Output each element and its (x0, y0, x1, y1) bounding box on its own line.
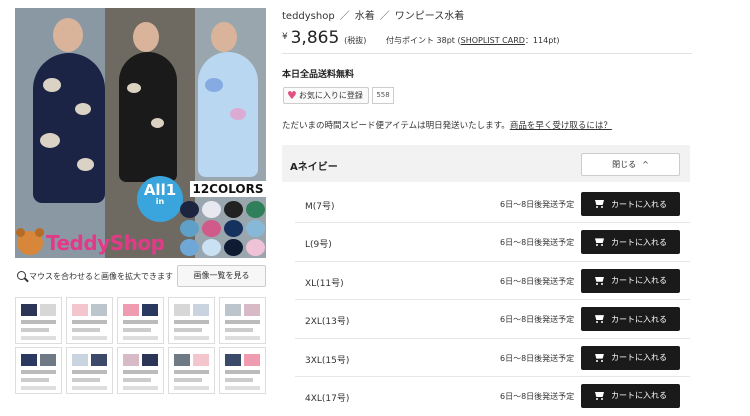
shipping-notice: ただいまの時間スピード便アイテムは明日発送いたします。商品を早く受け取るには？ (282, 121, 612, 131)
variant-header: Aネイビー 閉じる ^ (282, 145, 690, 182)
color-swatch (180, 239, 199, 256)
size-row: M(7号) 6日〜8日後発送予定 カートに入れる (295, 185, 690, 224)
shipping-estimate: 6日〜8日後発送予定 (500, 238, 575, 248)
favorite-count: 558 (372, 87, 394, 104)
main-product-image[interactable]: All1 in 12COLORS TeddyShop (15, 8, 266, 258)
tax-note: (税抜) (344, 36, 367, 45)
size-row: 2XL(13号) 6日〜8日後発送予定 カートに入れる (295, 300, 690, 339)
fast-delivery-link[interactable]: 商品を早く受け取るには？ (510, 121, 612, 131)
heart-icon: ♥ (287, 89, 297, 102)
thumbnail-image[interactable] (15, 297, 62, 344)
magnifier-icon (17, 271, 26, 280)
add-to-cart-button[interactable]: カートに入れる (581, 345, 680, 370)
close-variant-button[interactable]: 閉じる ^ (581, 153, 680, 176)
breadcrumb: teddyshop ／水着／ワンピース水着 (282, 11, 465, 22)
cart-icon (594, 392, 605, 400)
size-label: M(7号) (305, 202, 335, 212)
color-swatch-grid (180, 201, 266, 256)
breadcrumb-subcategory[interactable]: ワンピース水着 (395, 11, 465, 22)
model-figure (33, 53, 105, 203)
breadcrumb-shop[interactable]: teddyshop (282, 11, 335, 22)
price-row: ¥ 3,865 (税抜) 付与ポイント 38pt (SHOPLIST CARD：… (282, 28, 692, 54)
image-list-button[interactable]: 画像一覧を見る (177, 265, 266, 287)
floral-pattern (230, 108, 246, 120)
zoom-hint: マウスを合わせると画像を拡大できます (29, 272, 173, 281)
floral-pattern (40, 133, 60, 148)
cart-icon (594, 315, 605, 324)
thumbnail-image[interactable] (117, 347, 164, 394)
color-swatch (202, 201, 221, 218)
zoom-row: マウスを合わせると画像を拡大できます 画像一覧を見る (15, 265, 266, 289)
price-amount: 3,865 (290, 28, 340, 48)
add-to-cart-button[interactable]: カートに入れる (581, 383, 680, 408)
color-swatch (224, 220, 243, 237)
size-row: XL(11号) 6日〜8日後発送予定 カートに入れる (295, 262, 690, 301)
size-list: M(7号) 6日〜8日後発送予定 カートに入れる L(9号) 6日〜8日後発送予定 カート… (282, 185, 690, 415)
add-to-cart-button[interactable]: カートに入れる (581, 307, 680, 332)
shipping-estimate: 6日〜8日後発送予定 (500, 391, 575, 401)
size-row: 4XL(17号) 6日〜8日後発送予定 カートに入れる (295, 377, 690, 415)
add-to-cart-button[interactable]: カートに入れる (581, 230, 680, 255)
floral-pattern (127, 83, 141, 93)
color-swatch (180, 220, 199, 237)
add-to-cart-button[interactable]: カートに入れる (581, 192, 680, 216)
color-swatch (202, 220, 221, 237)
model-figure (133, 22, 159, 52)
thumbnail-image[interactable] (117, 297, 164, 344)
thumbnail-grid (15, 297, 266, 394)
size-label: 2XL(13号) (305, 317, 350, 328)
cart-icon (594, 354, 605, 362)
shipping-estimate: 6日〜8日後発送予定 (500, 315, 575, 325)
cart-icon (594, 238, 605, 247)
model-figure (198, 52, 258, 177)
colors-count-text: 12COLORS (190, 181, 266, 197)
chevron-up-icon: ^ (642, 160, 649, 169)
points-info: 付与ポイント 38pt (SHOPLIST CARD：114pt) (386, 36, 560, 45)
floral-pattern (151, 118, 164, 128)
add-to-cart-button[interactable]: カートに入れる (581, 268, 680, 293)
free-shipping-banner: 本日全品送料無料 (282, 70, 355, 80)
currency-symbol: ¥ (282, 32, 288, 42)
model-figure (119, 52, 177, 182)
color-swatch (246, 201, 265, 218)
size-label: XL(11号) (305, 278, 344, 289)
thumbnail-image[interactable] (168, 297, 215, 344)
thumbnail-image[interactable] (168, 347, 215, 394)
teddyshop-logo: TeddyShop (16, 228, 165, 256)
floral-pattern (43, 78, 61, 92)
shipping-estimate: 6日〜8日後発送予定 (500, 200, 575, 209)
color-swatch (224, 201, 243, 218)
size-row: L(9号) 6日〜8日後発送予定 カートに入れる (295, 223, 690, 262)
shipping-estimate: 6日〜8日後発送予定 (500, 353, 575, 363)
color-swatch (246, 220, 265, 237)
shoplist-card-link[interactable]: SHOPLIST CARD (461, 36, 525, 45)
thumbnail-image[interactable] (219, 347, 266, 394)
variant-name: Aネイビー (290, 162, 338, 173)
color-swatch (202, 239, 221, 256)
thumbnail-image[interactable] (219, 297, 266, 344)
floral-pattern (77, 158, 94, 171)
cart-icon (594, 277, 605, 285)
add-to-favorites-button[interactable]: ♥ お気に入りに登録 (283, 87, 369, 104)
cart-icon (594, 200, 605, 208)
size-row: 3XL(15号) 6日〜8日後発送予定 カートに入れる (295, 339, 690, 377)
color-swatch (224, 239, 243, 256)
color-swatch (180, 201, 199, 218)
breadcrumb-category[interactable]: 水着 (355, 11, 375, 22)
size-label: 4XL(17号) (305, 393, 350, 404)
model-figure (53, 18, 83, 52)
size-label: L(9号) (305, 240, 332, 251)
color-swatch (246, 239, 265, 256)
model-figure (211, 22, 237, 52)
thumbnail-image[interactable] (66, 347, 113, 394)
floral-pattern (75, 103, 91, 115)
size-label: 3XL(15号) (305, 355, 350, 366)
floral-pattern (205, 78, 223, 92)
bear-icon (16, 228, 44, 255)
thumbnail-image[interactable] (66, 297, 113, 344)
thumbnail-image[interactable] (15, 347, 62, 394)
all-in-one-badge: All1 in (137, 176, 183, 222)
shipping-estimate: 6日〜8日後発送予定 (500, 276, 575, 286)
